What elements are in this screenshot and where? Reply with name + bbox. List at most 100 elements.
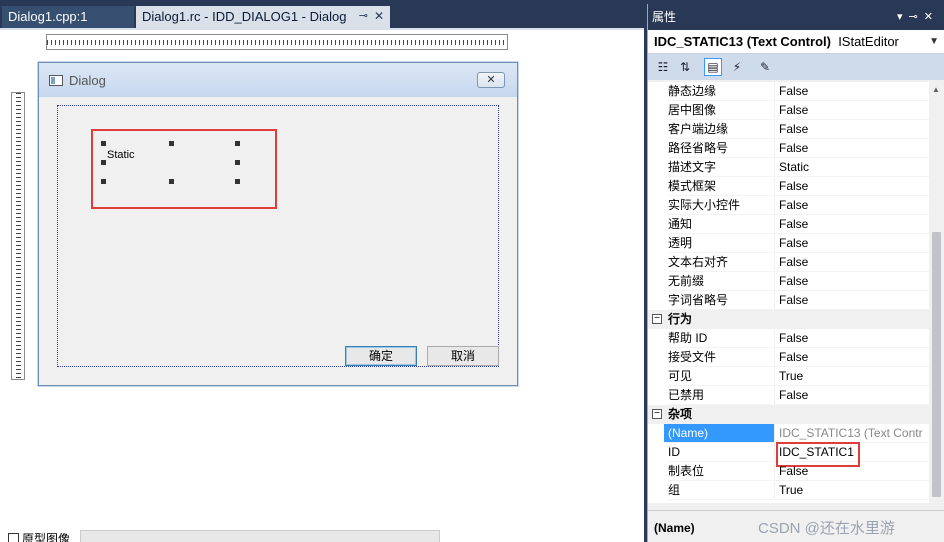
collapse-icon[interactable]: − [652,314,662,324]
property-row[interactable]: 模式框架 False [648,177,929,196]
property-value[interactable]: IDC_STATIC13 (Text Contr [774,424,929,443]
sort-alpha-icon[interactable]: ⇅ [676,58,694,76]
property-description: (Name) CSDN @还在水里游 [648,510,944,542]
property-name: 接受文件 [668,348,772,367]
property-name: 居中图像 [668,101,772,120]
property-grid-scrollbar[interactable]: ▲ [929,82,944,503]
ok-button[interactable]: 确定 [345,346,417,366]
properties-icon[interactable]: ▤ [704,58,722,76]
property-value[interactable]: True [774,367,929,386]
property-row-id[interactable]: ID IDC_STATIC1 [648,442,929,467]
tab-label: Dialog1.rc - IDD_DIALOG1 - Dialog [142,9,347,24]
property-value[interactable]: False [774,291,929,310]
property-row[interactable]: 通知 False [648,215,929,234]
dialog-preview[interactable]: Dialog ✕ Static 确定 取消 [38,62,518,386]
property-grid: 静态边缘 False 居中图像 False 客户端边缘 False 路径省略号 Fals… [648,82,929,503]
resize-handle[interactable] [235,160,240,165]
checkbox-box[interactable] [8,533,19,542]
events-icon[interactable]: ⚡ [728,58,746,76]
property-name: 可见 [668,367,772,386]
object-name: IDC_STATIC13 (Text Control) [654,34,831,49]
resize-handle[interactable] [169,179,174,184]
dialog-title: Dialog [69,73,106,88]
panel-header-icons[interactable]: ▾⊸✕ [897,4,939,30]
scrollbar-thumb[interactable] [932,232,941,497]
prototype-image-field[interactable] [80,530,440,542]
property-row[interactable]: 字词省略号 False [648,291,929,310]
tab-label: Dialog1.cpp:1 [8,9,88,24]
property-row[interactable]: 组 True [648,481,929,500]
property-name: 制表位 [668,462,772,481]
pin-icon[interactable]: ⊸ [359,6,368,27]
vertical-ruler[interactable] [11,92,25,380]
property-row[interactable]: 客户端边缘 False [648,120,929,139]
description-title: (Name) [654,521,695,535]
property-name: 实际大小控件 [668,196,772,215]
collapse-icon[interactable]: − [652,409,662,419]
property-value[interactable]: False [774,348,929,367]
property-row[interactable]: 静态边缘 False [648,82,929,101]
property-row[interactable]: 实际大小控件 False [648,196,929,215]
property-row-name[interactable]: (Name) IDC_STATIC13 (Text Contr [648,424,929,443]
property-value[interactable]: False [774,272,929,291]
property-value[interactable]: False [774,101,929,120]
property-row[interactable]: 接受文件 False [648,348,929,367]
dialog-title-bar: Dialog ✕ [39,63,517,97]
property-value[interactable]: True [774,481,929,500]
property-name: 组 [668,481,772,500]
scroll-up-icon[interactable]: ▲ [932,85,940,94]
horizontal-ruler[interactable] [46,34,508,50]
resize-handle[interactable] [169,141,174,146]
property-value[interactable]: False [774,177,929,196]
resize-handle[interactable] [101,160,106,165]
property-row[interactable]: 帮助 ID False [648,329,929,348]
chevron-down-icon[interactable]: ▼ [929,30,939,54]
prototype-image-checkbox[interactable]: 原型图像 [8,530,70,542]
wrench-icon[interactable]: ✎ [756,58,774,76]
property-value[interactable]: False [774,196,929,215]
property-value[interactable]: False [774,120,929,139]
cancel-button[interactable]: 取消 [427,346,499,366]
resize-handle[interactable] [101,179,106,184]
property-row[interactable]: 描述文字 Static [648,158,929,177]
property-value[interactable]: False [774,329,929,348]
document-tab-bar: Dialog1.cpp:1 Dialog1.rc - IDD_DIALOG1 -… [0,0,644,28]
property-row[interactable]: 路径省略号 False [648,139,929,158]
property-name: 文本右对齐 [668,253,772,272]
tab-dialog1-rc[interactable]: Dialog1.rc - IDD_DIALOG1 - Dialog ⊸ ✕ [136,6,390,28]
property-name: 静态边缘 [668,82,772,101]
property-value[interactable]: False [774,462,929,481]
property-name: (Name) [664,424,774,443]
property-value[interactable]: False [774,386,929,405]
property-name: 路径省略号 [668,139,772,158]
resize-handle[interactable] [101,141,106,146]
property-row[interactable]: 可见 True [648,367,929,386]
resize-handle[interactable] [235,141,240,146]
categorized-icon[interactable]: ☷ [654,58,672,76]
properties-title: 属性 [652,10,677,24]
watermark: CSDN @还在水里游 [758,520,895,537]
static-text-control[interactable]: Static [107,149,135,161]
close-tab-icon[interactable]: ✕ [374,6,384,27]
property-row[interactable]: 无前缀 False [648,272,929,291]
tab-dialog1-cpp[interactable]: Dialog1.cpp:1 [2,6,134,28]
category-misc[interactable]: − 杂项 [648,405,929,424]
property-value[interactable]: False [774,234,929,253]
property-name: 无前缀 [668,272,772,291]
category-behavior[interactable]: − 行为 [648,310,929,329]
object-selector[interactable]: IDC_STATIC13 (Text Control) IStatEditor … [648,30,944,54]
property-value[interactable]: Static [774,158,929,177]
resize-handle[interactable] [235,179,240,184]
property-row[interactable]: 已禁用 False [648,386,929,405]
property-value[interactable]: False [774,139,929,158]
property-row[interactable]: 透明 False [648,234,929,253]
property-row[interactable]: 居中图像 False [648,101,929,120]
property-row[interactable]: 制表位 False [648,462,929,481]
dialog-close-button[interactable]: ✕ [477,72,505,88]
property-name: 透明 [668,234,772,253]
property-value[interactable]: False [774,215,929,234]
property-value[interactable]: False [774,253,929,272]
property-name: ID [668,443,772,462]
property-value[interactable]: False [774,82,929,101]
property-row[interactable]: 文本右对齐 False [648,253,929,272]
